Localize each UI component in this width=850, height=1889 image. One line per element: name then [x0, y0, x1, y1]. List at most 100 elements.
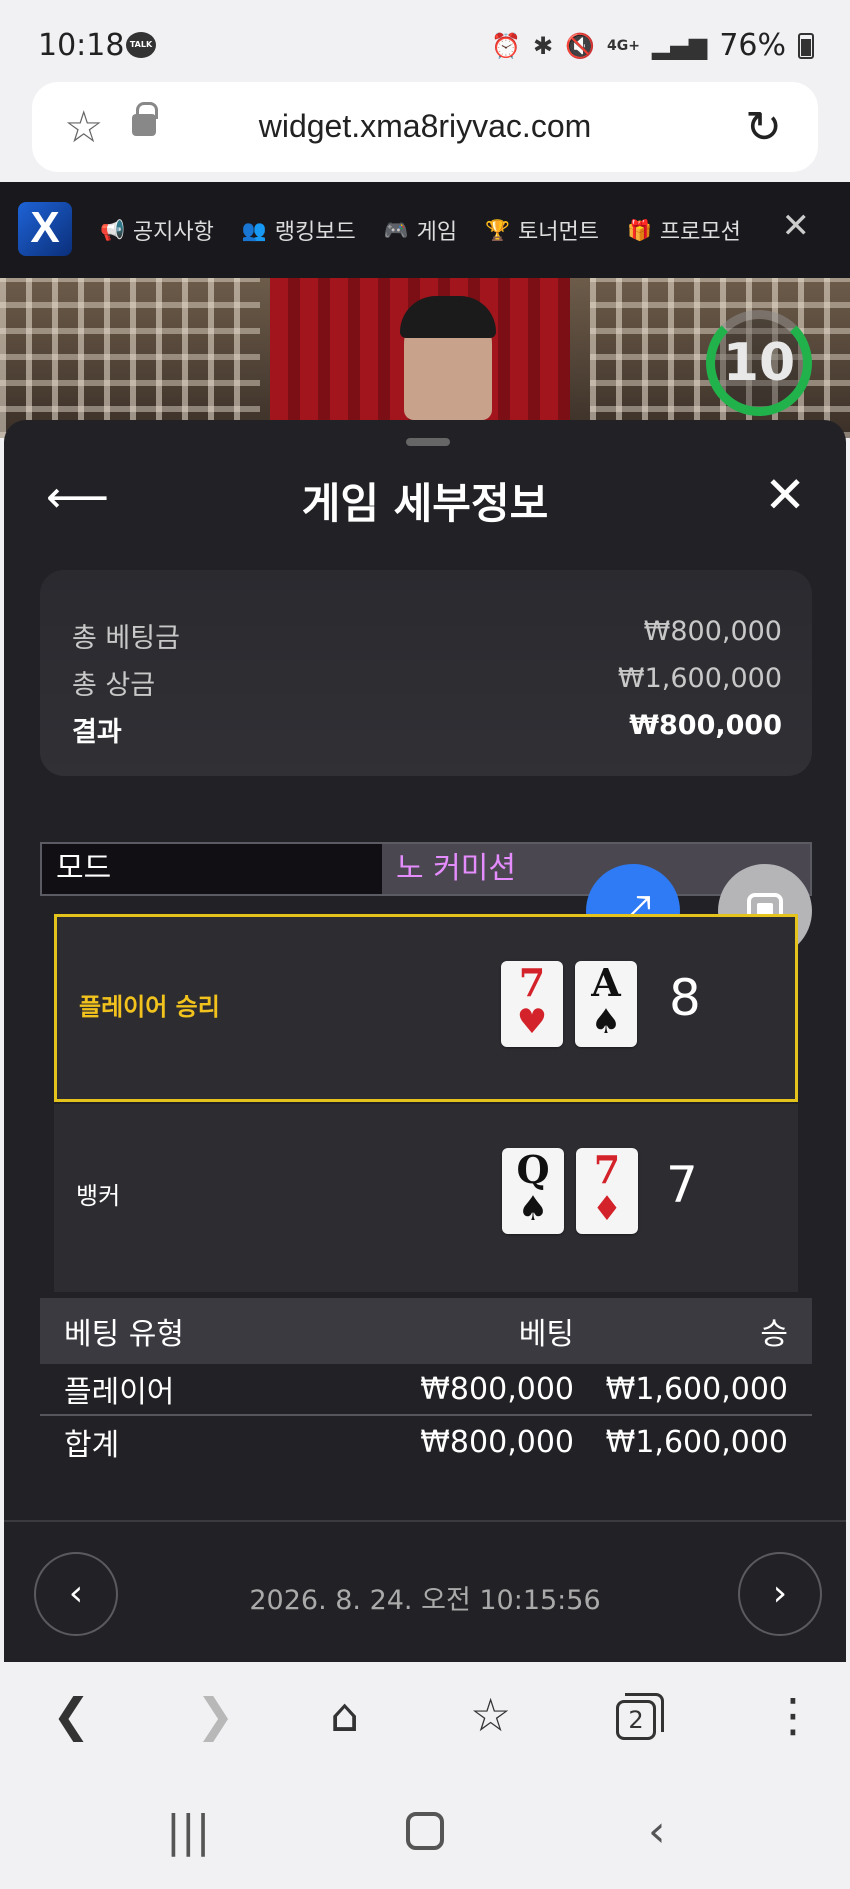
lattice-decor-left: [0, 278, 260, 438]
card-rank: Q: [516, 1147, 550, 1192]
close-icon[interactable]: ✕: [764, 466, 806, 524]
card-rank: 7: [518, 960, 546, 1005]
mute-icon: 🔇: [565, 31, 595, 60]
status-bar: 10:18 TALK ⏰ ✱ 🔇 4G+ ▂▄▆ 76%: [0, 0, 850, 80]
table-header: 베팅 유형 베팅 승: [40, 1298, 812, 1364]
home-icon[interactable]: ⌂: [330, 1688, 359, 1742]
nav-item-notices[interactable]: 📢 공지사항: [100, 214, 214, 246]
summary-label: 결과: [72, 717, 122, 748]
system-back-icon[interactable]: ‹: [648, 1806, 666, 1857]
bookmarks-icon[interactable]: ☆: [470, 1688, 511, 1742]
card-rank: A: [591, 960, 621, 1005]
browser-back-icon[interactable]: ❮: [52, 1688, 91, 1742]
chevron-right-icon: ›: [772, 1573, 788, 1614]
nav-menu: 📢 공지사항 👥 랭킹보드 🎮 게임 🏆 토너먼트 🎁 프로모션: [100, 214, 760, 246]
diamond-suit-icon: ♦: [591, 1189, 623, 1229]
nav-item-label: 공지사항: [132, 220, 214, 245]
trophy-icon: 🏆: [485, 218, 511, 242]
player-result-label: 플레이어 승리: [79, 993, 220, 1021]
player-score: 8: [669, 969, 701, 1027]
system-navigation-bar: ||| ‹: [0, 1780, 850, 1889]
summary-value: ₩800,000: [643, 616, 782, 647]
game-details-sheet: ⟵ 게임 세부정보 ✕ 총 베팅금 ₩800,000 총 상금 ₩1,600,0…: [4, 420, 846, 1662]
talk-notification-icon: TALK: [126, 32, 156, 58]
next-round-button[interactable]: ›: [738, 1552, 822, 1636]
round-timestamp: 2026. 8. 24. 오전 10:15:56: [249, 1585, 601, 1616]
cell-bet: ₩800,000: [420, 1424, 574, 1460]
spade-suit-icon: ♠: [590, 1002, 622, 1042]
countdown-value: 10: [722, 333, 796, 393]
url-field[interactable]: ☆ widget.xma8riyvac.com ↻: [32, 82, 818, 172]
browser-address-bar: ☆ widget.xma8riyvac.com ↻: [0, 80, 850, 182]
gift-icon: 🎁: [627, 218, 652, 242]
browser-toolbar: ❮ ❯ ⌂ ☆ 2 ⋮: [0, 1662, 850, 1780]
nav-item-tournament[interactable]: 🏆 토너먼트: [485, 214, 599, 246]
countdown-timer: 10: [706, 310, 812, 416]
status-icons: ⏰ ✱ 🔇 4G+ ▂▄▆ 76%: [491, 28, 814, 63]
summary-label: 총 상금: [72, 670, 156, 701]
nav-item-games[interactable]: 🎮 게임: [384, 214, 457, 246]
nav-item-label: 랭킹보드: [274, 220, 356, 245]
cell-win: ₩1,600,000: [605, 1371, 788, 1407]
megaphone-icon: 📢: [100, 218, 125, 242]
alarm-icon: ⏰: [491, 31, 521, 60]
nav-item-label: 토너먼트: [518, 220, 600, 245]
header-bet-type: 베팅 유형: [64, 1317, 184, 1352]
summary-value: ₩1,600,000: [617, 663, 782, 694]
site-logo[interactable]: X: [18, 202, 72, 256]
summary-total-bet: 총 베팅금 ₩800,000: [72, 616, 782, 655]
bluetooth-icon: ✱: [532, 31, 554, 60]
summary-value: ₩800,000: [629, 710, 782, 741]
summary-card: 총 베팅금 ₩800,000 총 상금 ₩1,600,000 결과 ₩800,0…: [40, 570, 812, 776]
network-icon: 4G+: [606, 37, 640, 54]
gamepad-icon: 🎮: [383, 218, 409, 242]
nav-item-leaderboard[interactable]: 👥 랭킹보드: [242, 214, 356, 246]
summary-result: 결과 ₩800,000: [72, 710, 782, 749]
player-hand-row: 플레이어 승리 7 ♥ A ♠ 8: [54, 914, 798, 1102]
bets-table: 베팅 유형 베팅 승 플레이어 ₩800,000 ₩1,600,000 합계 ₩…: [40, 1298, 812, 1468]
nav-close-icon[interactable]: ✕: [782, 206, 811, 246]
cell-bet-type: 합계: [64, 1428, 120, 1463]
site-navbar: X 📢 공지사항 👥 랭킹보드 🎮 게임 🏆 토너먼트 🎁 프로모션 ✕: [0, 182, 850, 278]
header-win: 승: [760, 1317, 788, 1352]
status-time: 10:18: [38, 28, 125, 63]
mode-row: 모드 노 커미션: [40, 842, 812, 896]
banker-label: 뱅커: [76, 1182, 121, 1210]
live-dealer-video: 10: [0, 278, 850, 438]
playing-card: 7 ♦: [576, 1148, 638, 1234]
mode-label: 모드: [42, 844, 382, 894]
header-bet: 베팅: [518, 1317, 574, 1352]
reload-icon[interactable]: ↻: [745, 102, 782, 153]
sheet-drag-handle[interactable]: [406, 438, 450, 446]
playing-card: Q ♠: [502, 1148, 564, 1234]
nav-item-label: 프로모션: [659, 220, 741, 245]
spade-suit-icon: ♠: [517, 1189, 549, 1229]
cell-win: ₩1,600,000: [605, 1424, 788, 1460]
playing-card: 7 ♥: [501, 961, 563, 1047]
summary-label: 총 베팅금: [72, 623, 180, 654]
card-rank: 7: [593, 1147, 621, 1192]
nav-item-label: 게임: [416, 220, 458, 245]
cell-bet: ₩800,000: [420, 1371, 574, 1407]
more-menu-icon[interactable]: ⋮: [770, 1688, 816, 1742]
battery-icon: [798, 32, 814, 59]
battery-percent: 76%: [719, 28, 786, 63]
url-text[interactable]: widget.xma8riyvac.com: [32, 108, 818, 145]
nav-item-promotion[interactable]: 🎁 프로모션: [627, 214, 741, 246]
system-home-icon[interactable]: [406, 1812, 444, 1850]
cell-bet-type: 플레이어: [64, 1375, 175, 1410]
heart-suit-icon: ♥: [516, 1002, 548, 1042]
round-navigation: ‹ 2026. 8. 24. 오전 10:15:56 ›: [4, 1520, 846, 1662]
browser-forward-icon[interactable]: ❯: [196, 1688, 235, 1742]
banker-score: 7: [666, 1156, 698, 1214]
banker-hand-row: 뱅커 Q ♠ 7 ♦ 7: [54, 1104, 798, 1292]
users-icon: 👥: [241, 218, 267, 242]
summary-total-win: 총 상금 ₩1,600,000: [72, 663, 782, 702]
signal-icon: ▂▄▆: [651, 31, 708, 60]
recent-apps-icon[interactable]: |||: [166, 1806, 210, 1857]
tabs-button[interactable]: 2: [616, 1693, 664, 1740]
sheet-title: 게임 세부정보: [301, 479, 549, 528]
playing-card: A ♠: [575, 961, 637, 1047]
table-row-total: 합계 ₩800,000 ₩1,600,000: [40, 1416, 812, 1468]
dealer-hair: [400, 296, 496, 338]
